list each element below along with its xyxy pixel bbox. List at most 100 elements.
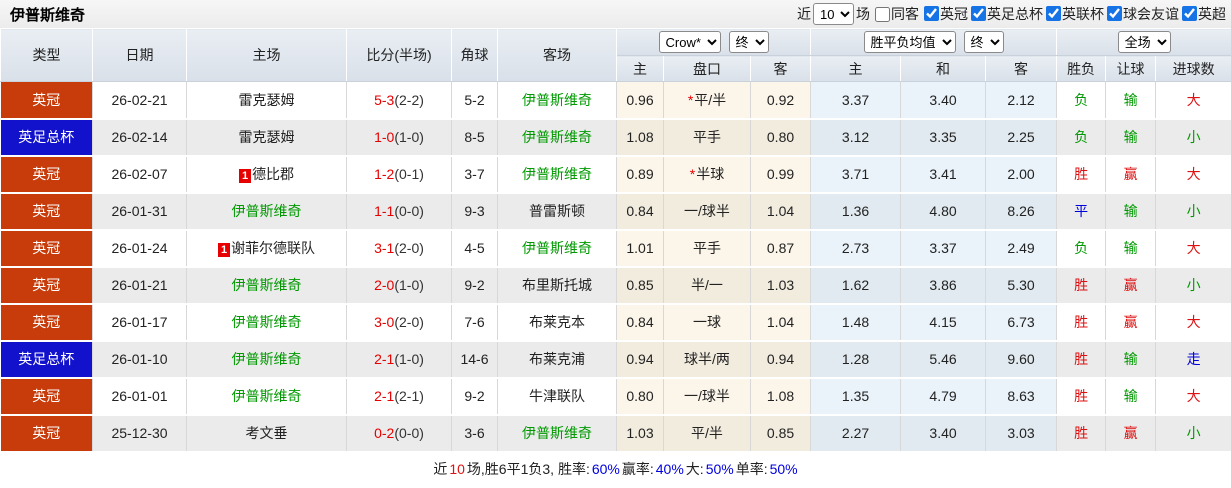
score-cell: 2-1(1-0) bbox=[346, 340, 452, 379]
goals-cell: 小 bbox=[1155, 192, 1231, 231]
col-home: 主场 bbox=[186, 28, 347, 82]
league-cell: 英冠 bbox=[0, 377, 93, 416]
mean-state-select[interactable]: 终 bbox=[963, 31, 1004, 53]
fulltime-score: 1-0 bbox=[374, 129, 395, 145]
col-odds-handicap: 盘口 bbox=[663, 55, 751, 82]
mean-select[interactable]: 胜平负均值 bbox=[863, 31, 956, 53]
odds-home-cell: 0.84 bbox=[616, 303, 664, 342]
league-filter[interactable]: 英联杯 bbox=[1043, 4, 1104, 24]
mean-away-cell: 8.63 bbox=[985, 377, 1058, 416]
team-name: 考文垂 bbox=[245, 425, 288, 441]
mean-draw-cell: 3.40 bbox=[900, 81, 987, 120]
league-label: 英足总杯 bbox=[987, 5, 1043, 22]
corner-cell: 9-3 bbox=[451, 192, 498, 231]
bookmaker-select[interactable]: Crow* bbox=[658, 31, 721, 53]
summary-segment: 大: bbox=[685, 461, 704, 477]
league-label: 英联杯 bbox=[1062, 5, 1104, 22]
scope-select[interactable]: 全场 bbox=[1117, 31, 1171, 53]
handicap-cell: 一球 bbox=[663, 303, 751, 342]
league-cell: 英足总杯 bbox=[0, 340, 93, 379]
team-name: 布里斯托城 bbox=[522, 277, 592, 293]
corner-cell: 3-6 bbox=[451, 414, 498, 453]
mean-home-cell: 1.48 bbox=[810, 303, 902, 342]
league-checkbox[interactable] bbox=[1046, 6, 1061, 22]
league-checkbox[interactable] bbox=[1107, 6, 1122, 22]
date-cell: 26-01-10 bbox=[92, 340, 187, 379]
league-cell: 英冠 bbox=[0, 192, 93, 231]
mean-draw-cell: 5.46 bbox=[900, 340, 987, 379]
summary-line: 近 10 场,胜6平1负3, 胜率: 60% 赢率: 40% 大: 50% 单率: 50% bbox=[0, 453, 1231, 486]
score-cell: 2-1(2-1) bbox=[346, 377, 452, 416]
odds-home-cell: 1.01 bbox=[616, 229, 664, 268]
handicap-cell: 平/半 bbox=[663, 414, 751, 453]
handicap-result-cell: 输 bbox=[1105, 377, 1157, 416]
same-away-filter[interactable]: 同客 bbox=[872, 4, 919, 24]
mean-home-cell: 3.37 bbox=[810, 81, 902, 120]
date-cell: 26-01-01 bbox=[92, 377, 187, 416]
mean-dropdown-group: 胜平负均值 终 bbox=[810, 28, 1058, 56]
table-row: 英足总杯 26-02-14 雷克瑟姆 1-0(1-0) 8-5 伊普斯维奇 1.… bbox=[0, 118, 1231, 157]
col-goals: 进球数 bbox=[1155, 55, 1231, 82]
odds-home-cell: 0.80 bbox=[616, 377, 664, 416]
goals-cell: 大 bbox=[1155, 303, 1231, 342]
odds-home-cell: 0.96 bbox=[616, 81, 664, 120]
goals-cell: 大 bbox=[1155, 81, 1231, 120]
goals-cell: 走 bbox=[1155, 340, 1231, 379]
date-cell: 26-01-31 bbox=[92, 192, 187, 231]
same-away-checkbox[interactable] bbox=[875, 6, 890, 22]
mean-home-cell: 3.71 bbox=[810, 155, 902, 194]
fulltime-score: 3-0 bbox=[374, 314, 395, 330]
handicap-result-cell: 赢 bbox=[1105, 155, 1157, 194]
league-filter[interactable]: 英超 bbox=[1179, 4, 1226, 24]
team-name: 伊普斯维奇 bbox=[522, 240, 592, 256]
star-icon: * bbox=[687, 91, 694, 108]
league-cell: 英冠 bbox=[0, 414, 93, 453]
away-team-cell: 布莱克浦 bbox=[497, 340, 617, 379]
mean-away-cell: 8.26 bbox=[985, 192, 1058, 231]
team-name: 牛津联队 bbox=[529, 388, 585, 404]
league-filter[interactable]: 英冠 bbox=[921, 4, 968, 24]
mean-draw-cell: 4.80 bbox=[900, 192, 987, 231]
date-cell: 26-02-21 bbox=[92, 81, 187, 120]
mean-draw-cell: 3.37 bbox=[900, 229, 987, 268]
table-row: 英冠 26-01-21 伊普斯维奇 2-0(1-0) 9-2 布里斯托城 0.8… bbox=[0, 266, 1231, 305]
score-cell: 2-0(1-0) bbox=[346, 266, 452, 305]
league-checkbox[interactable] bbox=[971, 6, 986, 22]
handicap-result-cell: 赢 bbox=[1105, 266, 1157, 305]
team-name: 德比郡 bbox=[252, 166, 295, 182]
match-history-panel: 伊普斯维奇 近 10 场 同客 英冠英足总杯英联杯球会友谊英超 类型 日 bbox=[0, 0, 1231, 486]
home-team-cell: 雷克瑟姆 bbox=[186, 81, 347, 120]
goals-cell: 小 bbox=[1155, 266, 1231, 305]
odds-away-cell: 1.08 bbox=[750, 377, 812, 416]
team-name: 伊普斯维奇 bbox=[522, 91, 592, 108]
league-filter[interactable]: 英足总杯 bbox=[968, 4, 1043, 24]
league-filters: 英冠 英足总杯 英联杯 球会友谊 英超 bbox=[921, 4, 1226, 25]
recent-count-select[interactable]: 10 bbox=[813, 3, 854, 25]
league-filter[interactable]: 球会友谊 bbox=[1104, 4, 1179, 24]
league-checkbox[interactable] bbox=[1182, 6, 1197, 22]
mean-draw-cell: 4.15 bbox=[900, 303, 987, 342]
col-date: 日期 bbox=[92, 28, 187, 82]
handicap-cell: 半/一 bbox=[663, 266, 751, 305]
bookmaker-state-select[interactable]: 终 bbox=[728, 31, 769, 53]
fulltime-score: 3-1 bbox=[374, 240, 395, 256]
handicap-cell: 一/球半 bbox=[663, 377, 751, 416]
matches-label: 场 bbox=[856, 6, 870, 22]
league-checkbox[interactable] bbox=[924, 6, 939, 22]
col-wdl: 胜负 bbox=[1056, 55, 1107, 82]
handicap-result-cell: 赢 bbox=[1105, 303, 1157, 342]
score-cell: 1-1(0-0) bbox=[346, 192, 452, 231]
home-team-cell: 伊普斯维奇 bbox=[186, 266, 347, 305]
mean-home-cell: 2.27 bbox=[810, 414, 902, 453]
mean-away-cell: 2.49 bbox=[985, 229, 1058, 268]
away-team-cell: 伊普斯维奇 bbox=[497, 414, 617, 453]
halftime-score: (2-1) bbox=[394, 388, 424, 404]
league-cell: 英足总杯 bbox=[0, 118, 93, 157]
scope-dropdown-group: 全场 bbox=[1056, 28, 1231, 56]
table-row: 英冠 26-01-31 伊普斯维奇 1-1(0-0) 9-3 普雷斯顿 0.84… bbox=[0, 192, 1231, 231]
summary-segment: 赢率: bbox=[621, 461, 654, 477]
team-name: 伊普斯维奇 bbox=[522, 129, 592, 145]
handicap-cell: 一/球半 bbox=[663, 192, 751, 231]
date-cell: 26-02-14 bbox=[92, 118, 187, 157]
league-cell: 英冠 bbox=[0, 81, 93, 120]
